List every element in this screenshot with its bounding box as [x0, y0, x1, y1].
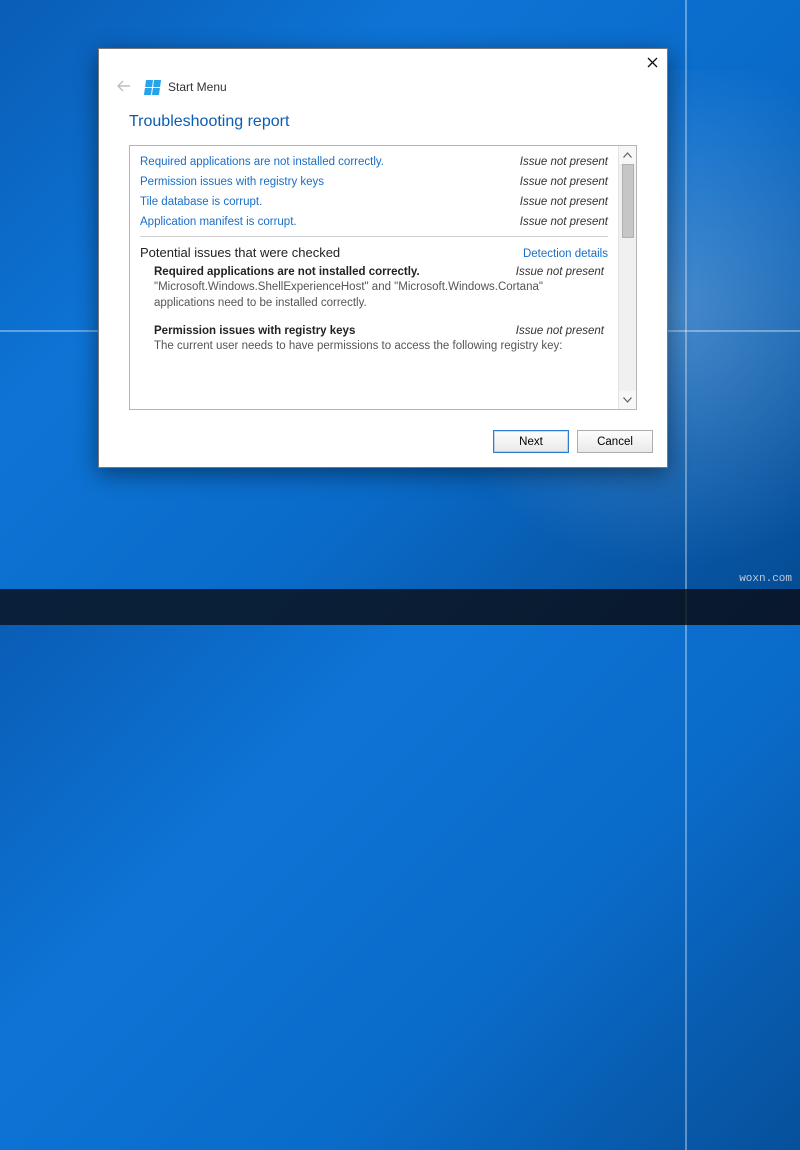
issue-detail-body: "Microsoft.Windows.ShellExperienceHost" … — [154, 278, 606, 311]
section-title: Potential issues that were checked — [140, 245, 340, 260]
issue-detail-name: Permission issues with registry keys — [154, 325, 355, 337]
report-scroll-pane: Required applications are not installed … — [130, 146, 618, 409]
check-status: Issue not present — [520, 196, 608, 208]
dialog-footer: Next Cancel — [99, 420, 667, 467]
check-status: Issue not present — [520, 156, 608, 168]
close-icon[interactable] — [645, 55, 659, 69]
title-bar — [99, 49, 667, 79]
check-status: Issue not present — [520, 176, 608, 188]
issue-detail: Permission issues with registry keys Iss… — [140, 319, 608, 363]
next-button[interactable]: Next — [493, 430, 569, 453]
page-title: Troubleshooting report — [99, 101, 667, 145]
detection-details-link[interactable]: Detection details — [523, 248, 608, 260]
taskbar[interactable] — [0, 589, 800, 625]
scroll-down-icon[interactable] — [619, 391, 636, 409]
scroll-track[interactable] — [622, 164, 634, 391]
scroll-thumb[interactable] — [622, 164, 634, 238]
check-link[interactable]: Required applications are not installed … — [140, 156, 384, 168]
report-panel: Required applications are not installed … — [129, 145, 637, 410]
check-row: Tile database is corrupt. Issue not pres… — [140, 192, 608, 212]
vertical-scrollbar[interactable] — [618, 146, 636, 409]
scroll-up-icon[interactable] — [619, 146, 636, 164]
potential-issues-header: Potential issues that were checked Detec… — [140, 236, 608, 260]
dialog-header: Start Menu — [99, 79, 667, 101]
back-arrow-icon[interactable] — [117, 79, 137, 95]
check-row: Required applications are not installed … — [140, 152, 608, 172]
check-link[interactable]: Application manifest is corrupt. — [140, 216, 297, 228]
issue-detail-status: Issue not present — [516, 266, 606, 278]
check-status: Issue not present — [520, 216, 608, 228]
check-row: Permission issues with registry keys Iss… — [140, 172, 608, 192]
windows-logo-icon — [144, 80, 161, 95]
breadcrumb: Start Menu — [168, 80, 227, 94]
cancel-button[interactable]: Cancel — [577, 430, 653, 453]
check-link[interactable]: Tile database is corrupt. — [140, 196, 262, 208]
watermark-text: woxn.com — [739, 573, 792, 585]
troubleshooter-dialog: Start Menu Troubleshooting report Requir… — [98, 48, 668, 468]
check-link[interactable]: Permission issues with registry keys — [140, 176, 324, 188]
check-row: Application manifest is corrupt. Issue n… — [140, 212, 608, 232]
issue-detail-name: Required applications are not installed … — [154, 266, 420, 278]
issue-detail-status: Issue not present — [516, 325, 606, 337]
issue-detail-body: The current user needs to have permissio… — [154, 337, 606, 355]
issue-detail: Required applications are not installed … — [140, 260, 608, 319]
